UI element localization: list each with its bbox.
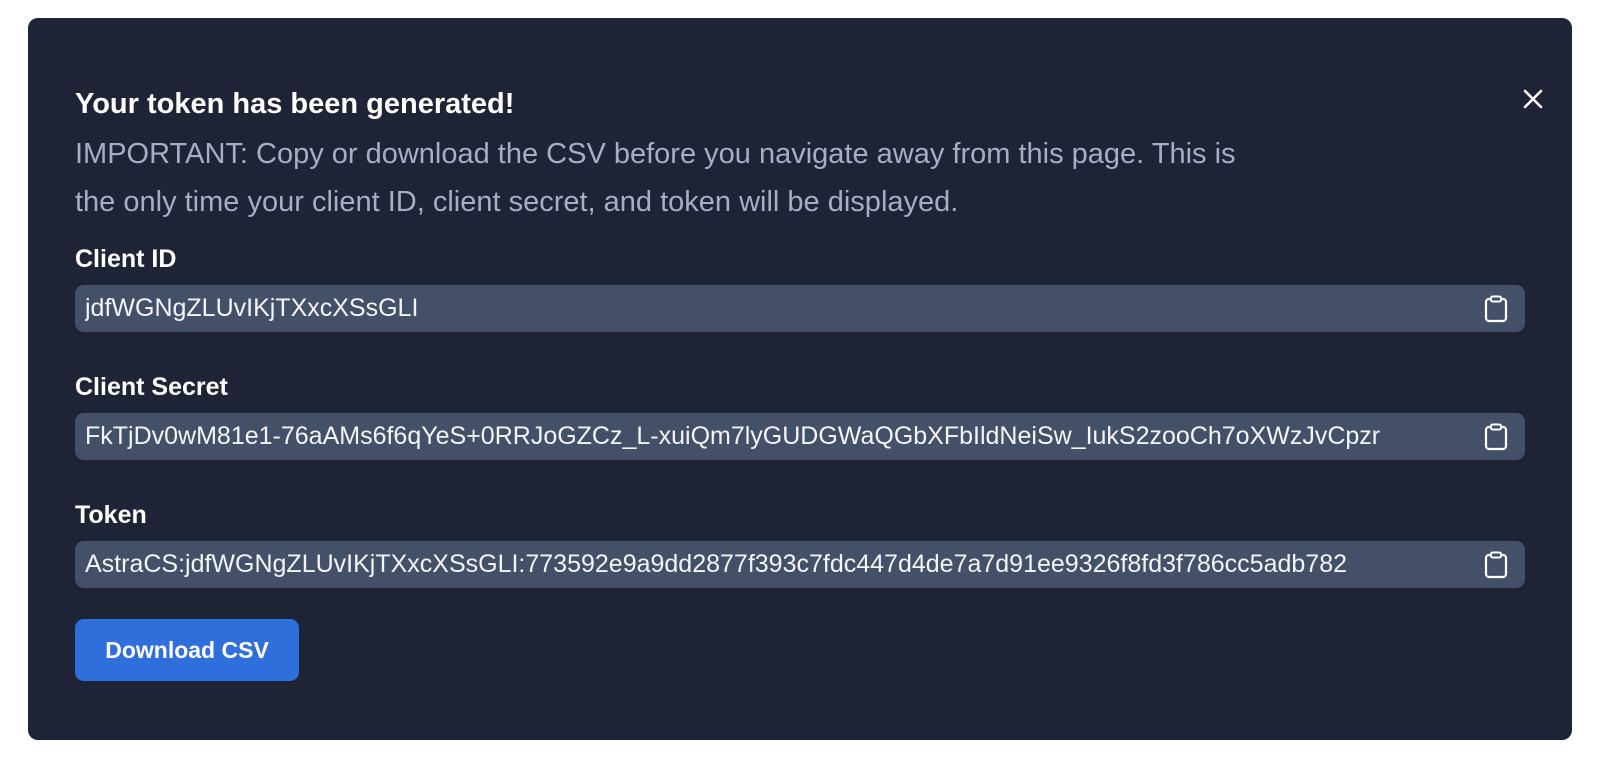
client-id-value[interactable]: jdfWGNgZLUvIKjTXxcXSsGLI [85,285,1445,332]
dialog-title: Your token has been generated! [75,88,515,120]
notice-line-1: IMPORTANT: Copy or download the CSV befo… [75,138,1236,170]
close-icon [1523,89,1543,109]
copy-token-button[interactable] [1479,548,1513,582]
client-id-field[interactable]: jdfWGNgZLUvIKjTXxcXSsGLI [75,285,1525,332]
clipboard-icon [1484,423,1508,451]
client-secret-value[interactable]: FkTjDv0wM81e1-76aAMs6f6qYeS+0RRJoGZCz_L-… [85,413,1445,460]
client-secret-field[interactable]: FkTjDv0wM81e1-76aAMs6f6qYeS+0RRJoGZCz_L-… [75,413,1525,460]
clipboard-icon [1484,295,1508,323]
token-field[interactable]: AstraCS:jdfWGNgZLUvIKjTXxcXSsGLI:773592e… [75,541,1525,588]
notice-line-2: the only time your client ID, client sec… [75,186,959,218]
copy-client-id-button[interactable] [1479,292,1513,326]
copy-client-secret-button[interactable] [1479,420,1513,454]
client-id-label: Client ID [75,245,177,273]
client-secret-label: Client Secret [75,373,228,401]
token-value[interactable]: AstraCS:jdfWGNgZLUvIKjTXxcXSsGLI:773592e… [85,541,1445,588]
important-notice: IMPORTANT: Copy or download the CSV befo… [75,130,1355,226]
token-generated-dialog: Your token has been generated! IMPORTANT… [28,18,1572,740]
token-label: Token [75,501,147,529]
clipboard-icon [1484,551,1508,579]
download-csv-button[interactable]: Download CSV [75,619,299,681]
close-button[interactable] [1512,78,1554,120]
